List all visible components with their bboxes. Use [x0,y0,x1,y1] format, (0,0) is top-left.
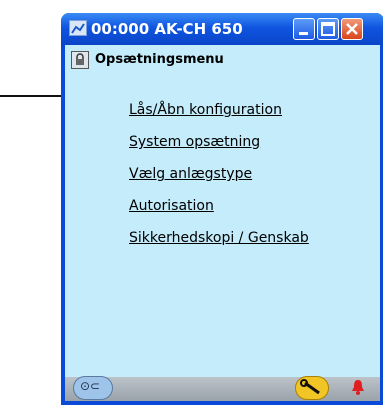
menu-item-system-setup[interactable]: System opsætning [129,134,260,150]
wrench-button[interactable] [295,376,329,400]
wrench-icon [300,379,320,395]
close-icon [346,23,358,35]
title-bar: 00:000 AK-CH 650 [61,13,383,45]
menu-item-backup-restore[interactable]: Sikkerhedskopi / Genskab [129,230,309,246]
content-area: Opsætningsmenu Lås/Åbn konfiguration Sys… [65,45,380,401]
bell-icon [352,380,364,395]
minimize-button[interactable] [293,18,315,40]
status-bar: ⊙⊂ [65,376,380,401]
app-window: 00:000 AK-CH 650 Opsætningsmenu Lås/Åbn … [61,13,383,405]
menu-item-lock-unlock-config[interactable]: Lås/Åbn konfiguration [129,102,282,118]
menu-item-select-plant-type[interactable]: Vælg anlægstype [129,166,252,182]
page-title: Opsætningsmenu [95,52,224,67]
menu-item-authorization[interactable]: Autorisation [129,198,214,214]
window-title: 00:000 AK-CH 650 [91,20,243,38]
minimize-icon [299,32,308,35]
status-left-button[interactable]: ⊙⊂ [73,376,113,400]
maximize-icon [321,22,335,36]
close-button[interactable] [341,18,363,40]
lock-icon [71,51,89,69]
maximize-button[interactable] [317,18,339,40]
status-left-label: ⊙⊂ [80,379,101,393]
app-icon [69,20,87,36]
menu-header: Opsætningsmenu [65,45,380,75]
